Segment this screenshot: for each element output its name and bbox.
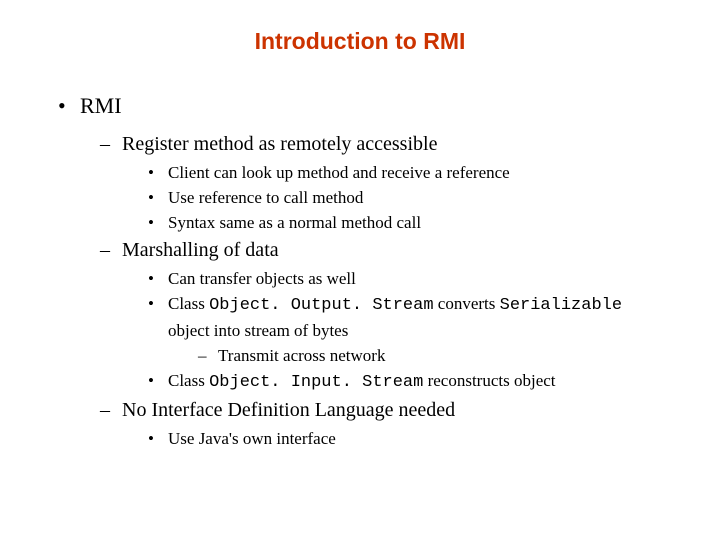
subpoint-transmit: –Transmit across network	[198, 345, 680, 368]
point-text-pre: Class	[168, 371, 209, 390]
subbullet-text: Register method as remotely accessible	[122, 133, 437, 155]
subbullet-text: No Interface Definition Language needed	[122, 399, 455, 421]
dot-icon: •	[148, 162, 168, 185]
dash-icon: –	[100, 239, 122, 262]
dash-icon: –	[100, 399, 122, 422]
point-text-post: converts	[434, 294, 500, 313]
point-text-pre: Class	[168, 294, 209, 313]
code-serializable: Serializable	[500, 296, 622, 315]
dot-icon: •	[148, 187, 168, 210]
dot-icon: •	[148, 370, 168, 393]
point-object-output-stream: •Class Object. Output. Stream converts S…	[148, 293, 680, 318]
point-object-input-stream: •Class Object. Input. Stream reconstruct…	[148, 370, 680, 395]
bullet-rmi: •RMI	[58, 93, 680, 119]
point-text: Can transfer objects as well	[168, 269, 356, 288]
point-text: Client can look up method and receive a …	[168, 163, 510, 182]
point-syntax: •Syntax same as a normal method call	[148, 212, 680, 235]
dot-icon: •	[148, 268, 168, 291]
point-transfer-objects: •Can transfer objects as well	[148, 268, 680, 291]
subpoint-text: Transmit across network	[218, 346, 385, 365]
disc-bullet-icon: •	[58, 93, 80, 119]
code-object-input-stream: Object. Input. Stream	[209, 373, 423, 392]
subbullet-no-idl: –No Interface Definition Language needed	[100, 399, 680, 422]
point-text: Use reference to call method	[168, 188, 363, 207]
dash-icon: –	[100, 133, 122, 156]
subbullet-marshalling: –Marshalling of data	[100, 239, 680, 262]
subbullet-register: –Register method as remotely accessible	[100, 133, 680, 156]
dot-icon: •	[148, 293, 168, 316]
point-continuation: object into stream of bytes	[168, 320, 680, 343]
point-client-lookup: •Client can look up method and receive a…	[148, 162, 680, 185]
point-text-cont: object into stream of bytes	[168, 321, 348, 340]
point-text-post: reconstructs object	[423, 371, 555, 390]
point-text: Syntax same as a normal method call	[168, 213, 421, 232]
slide-title: Introduction to RMI	[40, 28, 680, 55]
point-text: Use Java's own interface	[168, 429, 336, 448]
point-use-reference: •Use reference to call method	[148, 187, 680, 210]
subbullet-text: Marshalling of data	[122, 239, 279, 261]
dot-icon: •	[148, 428, 168, 451]
dot-icon: •	[148, 212, 168, 235]
code-object-output-stream: Object. Output. Stream	[209, 296, 433, 315]
point-java-interface: •Use Java's own interface	[148, 428, 680, 451]
bullet-text: RMI	[80, 93, 122, 118]
dash-icon: –	[198, 345, 218, 368]
